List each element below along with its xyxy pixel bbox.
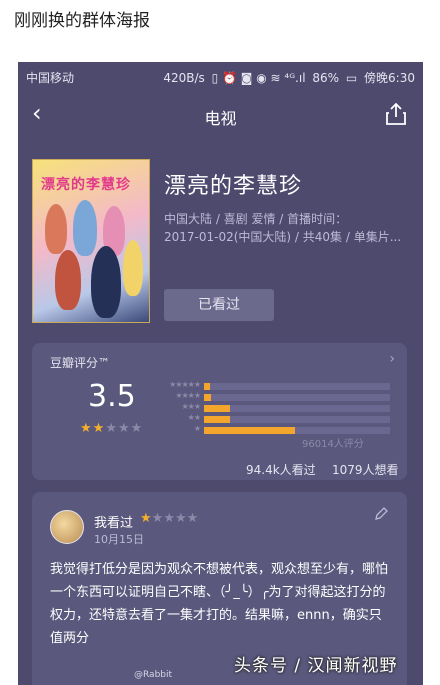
chevron-right-icon[interactable]: › — [389, 351, 395, 367]
phone-screen: 中国移动 420B/s ▯ ⏰ ◙ ◉ ≋ ⁴ᴳ.ıl 86% ▭ 傍晚6:30… — [18, 62, 423, 685]
distribution-row: ★ — [160, 424, 400, 435]
distribution-track — [204, 416, 390, 423]
status-indicators-icon: ▯ ⏰ ◙ ◉ ≋ ⁴ᴳ.ıl — [211, 71, 306, 85]
top-nav: ‹ 电视 — [18, 90, 423, 140]
network-speed: 420B/s — [163, 71, 205, 85]
status-bar: 中国移动 420B/s ▯ ⏰ ◙ ◉ ≋ ⁴ᴳ.ıl 86% ▭ 傍晚6:30 — [18, 62, 423, 90]
distribution-track — [204, 405, 390, 412]
distribution-stars-label: ★ — [193, 424, 201, 433]
watched-count[interactable]: 94.4k人看过 — [246, 461, 316, 478]
poster-figure — [91, 246, 121, 318]
battery-icon: ▭ — [345, 71, 358, 85]
show-title: 漂亮的李慧珍 — [164, 174, 303, 199]
distribution-row: ★★★★ — [160, 391, 400, 402]
star-empty-icon: ★ — [117, 421, 131, 436]
poster-figure — [55, 250, 81, 310]
review-text: 我觉得打低分是因为观众不想被代表，观众想至少有，哪怕一个东西可以证明自己不瞎、（… — [50, 562, 389, 646]
watched-button[interactable]: 已看过 — [164, 289, 274, 321]
rating-score: 3.5 — [88, 379, 136, 414]
distribution-bar — [204, 427, 296, 434]
nav-title: 电视 — [204, 109, 237, 128]
distribution-row: ★★★ — [160, 402, 400, 413]
show-poster[interactable]: 漂亮的李慧珍 — [32, 159, 150, 323]
edit-icon[interactable] — [373, 506, 389, 522]
avatar — [50, 510, 84, 544]
distribution-stars-label: ★★★★★ — [169, 380, 201, 389]
star-empty-icon: ★ — [163, 511, 175, 526]
battery-level: 86% — [312, 71, 340, 85]
rating-label: 豆瓣评分™ — [50, 356, 111, 370]
want-count[interactable]: 1079人想看 — [332, 461, 399, 478]
poster-figure — [45, 204, 67, 254]
rating-count: 96014人评分 — [302, 439, 364, 450]
star-empty-icon: ★ — [105, 421, 118, 436]
poster-figure — [73, 200, 97, 256]
post-caption: 刚刚换的群体海报 — [14, 11, 150, 31]
distribution-track — [204, 394, 390, 401]
distribution-bar — [204, 416, 231, 423]
review-stars: ★★★★★ — [140, 511, 198, 526]
rating-card[interactable]: 豆瓣评分™ › 3.5 ★★★★★ ★★★★★ ★★★★ ★★★ ★★ ★ 96014人… — [32, 343, 407, 480]
poster-figure — [123, 240, 143, 296]
share-icon[interactable] — [385, 102, 407, 126]
distribution-stars-label: ★★ — [187, 413, 201, 422]
star-empty-icon: ★ — [186, 511, 199, 526]
carrier-label: 中国移动 — [26, 71, 75, 85]
show-meta: 中国大陆 / 喜剧 爱情 / 首播时间： 2017-01-02(中国大陆) / … — [164, 210, 404, 246]
star-empty-icon: ★ — [130, 421, 144, 436]
star-filled-icon: ★ — [92, 421, 106, 436]
distribution-row: ★★ — [160, 413, 400, 424]
distribution-bar — [204, 405, 231, 412]
rating-stars: ★★★★★ — [80, 421, 143, 436]
watermark-text: 头条号 / 汉闻新视野 — [234, 656, 398, 676]
distribution-bar — [204, 394, 212, 401]
distribution-bar — [204, 383, 210, 390]
distribution-track — [204, 383, 390, 390]
distribution-row: ★★★★★ — [160, 380, 400, 391]
star-filled-icon: ★ — [80, 421, 93, 436]
distribution-stars-label: ★★★★ — [175, 391, 201, 400]
poster-title: 漂亮的李慧珍 — [41, 177, 131, 193]
clock: 傍晚6:30 — [364, 71, 415, 85]
watermark-bottom: @Rabbit — [134, 670, 173, 680]
review-date: 10月15日 — [94, 533, 144, 546]
distribution-track — [204, 427, 390, 434]
meta-line: 中国大陆 / 喜剧 爱情 / 首播时间： — [164, 212, 348, 226]
star-filled-icon: ★ — [140, 511, 152, 526]
star-empty-icon: ★ — [151, 511, 164, 526]
meta-line[interactable]: 2017-01-02(中国大陆) / 共40集 / 单集片... — [164, 228, 404, 246]
star-empty-icon: ★ — [174, 511, 187, 526]
review-status-label: 我看过 — [94, 516, 134, 531]
distribution-stars-label: ★★★ — [181, 402, 201, 411]
status-right: 420B/s ▯ ⏰ ◙ ◉ ≋ ⁴ᴳ.ıl 86% ▭ 傍晚6:30 — [160, 69, 415, 86]
